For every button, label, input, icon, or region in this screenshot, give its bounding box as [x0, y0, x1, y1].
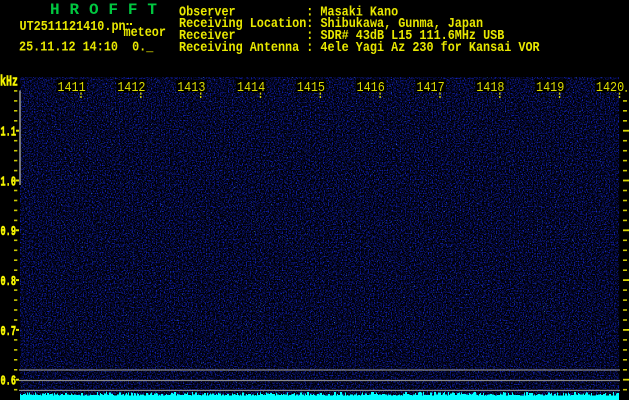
svg-text:25.11.12 14:10 0._: 25.11.12 14:10 0._	[19, 40, 154, 56]
svg-text:1.0: 1.0	[1, 174, 17, 190]
svg-text:Receiving Antenna: Receiving Antenna	[179, 40, 300, 56]
svg-text:kHz: kHz	[0, 74, 18, 91]
svg-text:H R O F F T: H R O F F T	[50, 1, 157, 19]
svg-text:0.8: 0.8	[1, 274, 17, 290]
svg-text:0.9: 0.9	[1, 224, 17, 240]
svg-text:0.7: 0.7	[1, 324, 17, 340]
svg-text:UT2511121410.pn: UT2511121410.pn	[20, 19, 126, 35]
svg-text:1.1: 1.1	[1, 125, 17, 141]
svg-text:: 4ele Yagi Az 230 for Kansai: : 4ele Yagi Az 230 for Kansai VOR	[306, 40, 540, 56]
svg-text:0.6: 0.6	[1, 374, 17, 390]
